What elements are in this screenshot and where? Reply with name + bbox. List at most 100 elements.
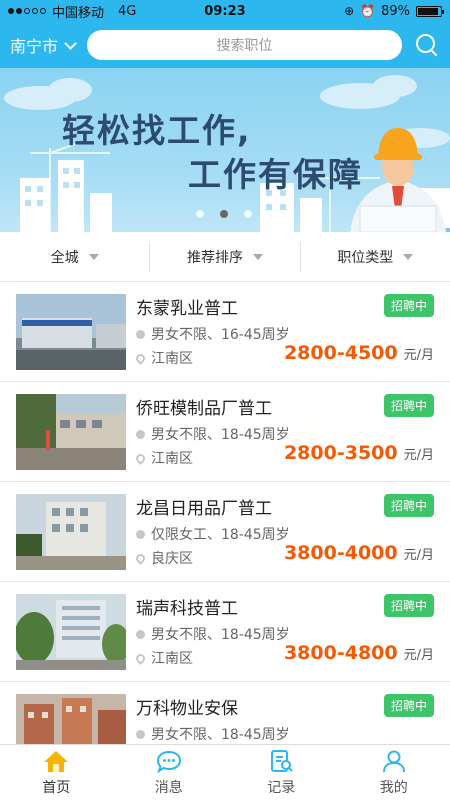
job-salary: 3800-4800 元/月 (284, 642, 434, 664)
salary-range: 3800-4000 (283, 542, 398, 564)
job-location-text: 良庆区 (151, 551, 193, 567)
job-location: 江南区 (134, 448, 193, 468)
tab-profile-label: 我的 (379, 779, 408, 796)
job-location: 江南区 (134, 648, 193, 668)
tab-profile[interactable]: 我的 (338, 745, 450, 800)
alarm-icon: ⏰ (360, 4, 376, 18)
job-requirement-text: 仅限女工、18-45周岁 (151, 527, 290, 543)
salary-unit: 元/月 (403, 448, 434, 463)
tab-records[interactable]: 记录 (225, 745, 338, 800)
job-photo (16, 394, 126, 470)
job-title: 东蒙乳业普工 (136, 299, 238, 319)
chevron-down-icon (64, 36, 77, 50)
signal-icon (8, 8, 46, 14)
salary-unit: 元/月 (403, 348, 434, 363)
banner-subheadline: 工作有保障 (188, 155, 363, 194)
person-icon (136, 429, 145, 439)
status-badge: 招聘中 (383, 494, 434, 517)
person-icon (136, 729, 145, 739)
city-label: 南宁市 (10, 37, 59, 56)
banner-pagination (196, 210, 252, 218)
person-icon (136, 529, 145, 539)
bottom-tab-bar: 首页 消息 记录 我的 (0, 744, 450, 800)
status-bar: 中国移动 4G 09:23 ⊕ ⏰ 89% (0, 0, 450, 22)
tab-home[interactable]: 首页 (0, 745, 113, 800)
battery-icon (416, 5, 444, 17)
job-title: 龙昌日用品厂普工 (136, 499, 272, 519)
promo-banner[interactable]: 轻松找工作, 工作有保障 (0, 68, 450, 232)
job-card[interactable]: 瑞声科技普工 招聘中 男女不限、18-45周岁 江南区 3800-4800 元/… (0, 582, 450, 682)
job-location: 江南区 (134, 348, 193, 368)
battery-percent: 89% (381, 3, 410, 19)
location-pin-icon (134, 451, 147, 465)
home-icon (44, 750, 69, 772)
job-list: 东蒙乳业普工 招聘中 男女不限、16-45周岁 江南区 2800-4500 元/… (0, 282, 450, 744)
job-requirement-text: 男女不限、18-45周岁 (151, 627, 290, 643)
status-badge: 招聘中 (383, 694, 434, 717)
job-card[interactable]: 东蒙乳业普工 招聘中 男女不限、16-45周岁 江南区 2800-4500 元/… (0, 282, 450, 382)
tab-messages[interactable]: 消息 (113, 745, 226, 800)
job-requirement: 男女不限、16-45周岁 (136, 324, 290, 344)
salary-unit: 元/月 (403, 548, 434, 563)
dropdown-arrow-icon (252, 253, 263, 260)
location-pin-icon (134, 651, 147, 665)
search-input[interactable]: 搜索职位 (87, 30, 402, 60)
job-requirement-text: 男女不限、18-45周岁 (151, 727, 290, 743)
job-card[interactable]: 龙昌日用品厂普工 招聘中 仅限女工、18-45周岁 良庆区 3800-4000 … (0, 482, 450, 582)
person-icon (136, 629, 145, 639)
job-requirement: 仅限女工、18-45周岁 (136, 524, 290, 544)
status-badge: 招聘中 (383, 394, 434, 417)
search-placeholder: 搜索职位 (216, 38, 273, 54)
location-pin-icon (134, 351, 147, 365)
network-label: 4G (118, 3, 137, 19)
job-photo (16, 594, 126, 670)
tab-records-label: 记录 (267, 779, 296, 796)
city-selector[interactable]: 南宁市 (10, 33, 77, 57)
job-title: 瑞声科技普工 (136, 599, 238, 619)
salary-range: 3800-4800 (283, 642, 398, 664)
status-time: 09:23 (204, 3, 246, 19)
job-requirement: 男女不限、18-45周岁 (136, 424, 290, 444)
job-photo (16, 494, 126, 570)
job-location-text: 江南区 (151, 651, 193, 667)
job-card[interactable]: 侨旺模制品厂普工 招聘中 男女不限、18-45周岁 江南区 2800-3500 … (0, 382, 450, 482)
filter-area[interactable]: 全城 (0, 242, 149, 272)
pagination-dot-active[interactable] (220, 210, 228, 218)
salary-unit: 元/月 (403, 648, 434, 663)
job-salary: 3800-4000 元/月 (284, 542, 434, 564)
banner-headline: 轻松找工作, (62, 111, 252, 150)
app-header: 南宁市 搜索职位 (0, 22, 450, 68)
filter-sort[interactable]: 推荐排序 (149, 241, 299, 272)
profile-icon (382, 750, 405, 772)
job-requirement-text: 男女不限、18-45周岁 (151, 427, 290, 443)
job-title: 侨旺模制品厂普工 (136, 399, 272, 419)
carrier-label: 中国移动 (52, 5, 105, 21)
pagination-dot[interactable] (196, 210, 204, 218)
job-requirement-text: 男女不限、16-45周岁 (151, 327, 290, 343)
job-requirement: 男女不限、18-45周岁 (136, 724, 290, 744)
job-photo (16, 694, 126, 744)
filter-sort-label: 推荐排序 (186, 249, 243, 266)
salary-range: 2800-4500 (283, 342, 398, 364)
salary-range: 2800-3500 (283, 442, 398, 464)
record-icon (271, 749, 293, 772)
location-pin-icon (134, 551, 147, 565)
job-photo (16, 294, 126, 370)
pagination-dot[interactable] (244, 210, 252, 218)
filter-job-type[interactable]: 职位类型 (299, 241, 450, 272)
tab-messages-label: 消息 (154, 779, 183, 796)
filter-job-type-label: 职位类型 (337, 249, 394, 266)
status-badge: 招聘中 (383, 294, 434, 317)
job-requirement: 男女不限、18-45周岁 (136, 624, 290, 644)
tab-home-label: 首页 (42, 779, 71, 796)
person-icon (136, 329, 145, 339)
job-location: 良庆区 (134, 548, 193, 568)
filter-area-label: 全城 (50, 249, 79, 266)
job-card[interactable]: 万科物业安保 招聘中 男女不限、18-45周岁 (0, 682, 450, 744)
job-location-text: 江南区 (151, 451, 193, 467)
filter-bar: 全城 推荐排序 职位类型 (0, 232, 450, 282)
status-badge: 招聘中 (383, 594, 434, 617)
job-salary: 2800-4500 元/月 (284, 342, 434, 364)
rotation-lock-icon: ⊕ (344, 4, 355, 18)
search-icon[interactable] (414, 32, 440, 58)
